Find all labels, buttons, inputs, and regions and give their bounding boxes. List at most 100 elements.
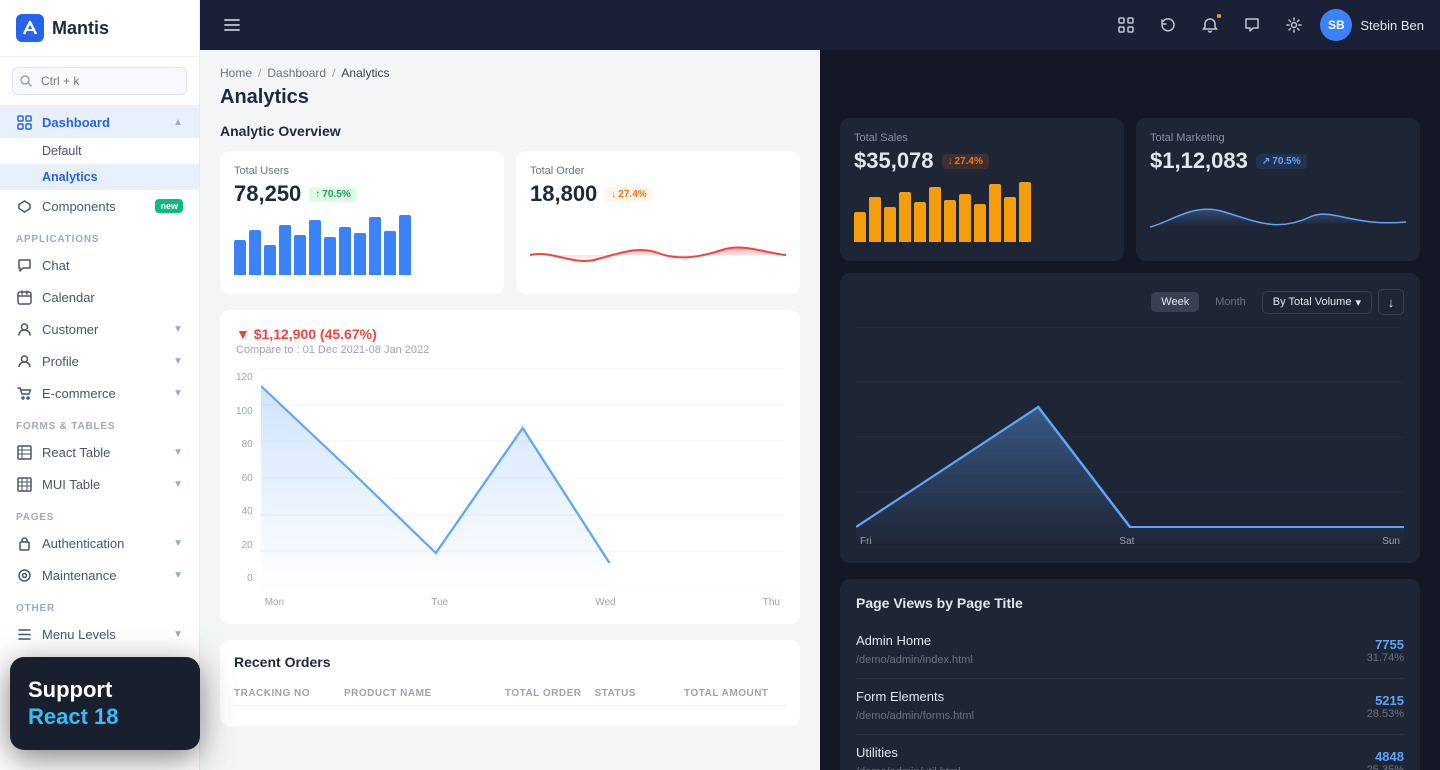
pv-url-1: /demo/admin/index.html	[856, 654, 973, 666]
search-input[interactable]	[12, 67, 187, 95]
page-views-card: Page Views by Page Title Admin Home /dem…	[840, 579, 1420, 770]
apps-button[interactable]	[1110, 9, 1142, 41]
volume-select[interactable]: By Total Volume ▾	[1262, 291, 1372, 314]
income-chart-area: Mon Tue Wed Thu	[261, 368, 784, 608]
income-controls-header: Week Month By Total Volume ▾ ↓	[856, 289, 1404, 315]
pv-count-3: 4848	[1367, 749, 1404, 764]
bar	[399, 215, 411, 275]
bar	[974, 204, 986, 242]
dark-x-labels: Fri Sat Sun	[856, 536, 1404, 547]
week-button[interactable]: Week	[1151, 292, 1199, 312]
sidebar-item-mui-table[interactable]: MUI Table ▼	[0, 468, 199, 500]
chat-label: Chat	[42, 258, 69, 273]
breadcrumb-dashboard[interactable]: Dashboard	[267, 66, 326, 80]
bar	[369, 217, 381, 275]
sidebar: Mantis Dashboard ▲ Default Anal	[0, 0, 200, 770]
y-label: 80	[236, 439, 253, 450]
customer-label: Customer	[42, 322, 98, 337]
income-chart-wrap: 120 100 80 60 40 20 0	[236, 368, 784, 608]
card-users-badge: ↑ 70.5%	[309, 187, 356, 202]
react-table-label: React Table	[42, 445, 110, 460]
month-button[interactable]: Month	[1205, 292, 1256, 312]
user-name: Stebin Ben	[1360, 18, 1424, 33]
sidebar-item-chat[interactable]: Chat	[0, 249, 199, 281]
card-sales-label: Total Sales	[854, 132, 1110, 144]
sidebar-item-components[interactable]: Components new	[0, 190, 199, 222]
user-menu-button[interactable]: SB Stebin Ben	[1320, 9, 1424, 41]
sidebar-sub-analytics[interactable]: Analytics	[0, 164, 199, 190]
recent-orders-section: Recent Orders TRACKING NO PRODUCT NAME T…	[220, 640, 800, 726]
main-area: SB Stebin Ben Home / Dashboard / Analyti…	[200, 0, 1440, 770]
sidebar-item-calendar[interactable]: Calendar	[0, 281, 199, 313]
sidebar-item-react-table[interactable]: React Table ▼	[0, 436, 199, 468]
card-marketing-label: Total Marketing	[1150, 132, 1406, 144]
sidebar-item-ecommerce[interactable]: E-commerce ▼	[0, 377, 199, 409]
sidebar-item-customer[interactable]: Customer ▼	[0, 313, 199, 345]
col-status: STATUS	[594, 688, 676, 699]
analytic-overview-title: Analytic Overview	[220, 123, 800, 139]
income-line-chart	[261, 368, 784, 588]
calendar-icon	[16, 289, 32, 305]
y-axis-labels: 120 100 80 60 40 20 0	[236, 368, 253, 588]
ecommerce-icon	[16, 385, 32, 401]
components-label: Components	[42, 199, 116, 214]
order-area-chart	[530, 215, 786, 275]
card-users-label: Total Users	[234, 165, 490, 177]
maintenance-label: Maintenance	[42, 568, 116, 583]
x-label-wed: Wed	[595, 597, 615, 608]
bar	[324, 237, 336, 275]
users-bar-chart	[234, 215, 490, 275]
sidebar-item-dashboard[interactable]: Dashboard ▲	[0, 106, 199, 138]
up-arrow-icon: ↗	[1262, 156, 1270, 167]
card-sales-value: $35,078	[854, 148, 934, 174]
dark-chart-area: Fri Sat Sun	[856, 327, 1404, 547]
authentication-label: Authentication	[42, 536, 124, 551]
bar	[234, 240, 246, 275]
bar	[264, 245, 276, 275]
y-label: 40	[236, 506, 253, 517]
recent-orders-title: Recent Orders	[234, 654, 786, 670]
support-react-popup[interactable]: Support React 18	[10, 657, 200, 750]
light-panel: Home / Dashboard / Analytics Analytics A…	[200, 50, 820, 770]
refresh-button[interactable]	[1152, 9, 1184, 41]
card-sales-badge: ↓ 27.4%	[942, 154, 989, 169]
download-button[interactable]: ↓	[1378, 289, 1404, 315]
chevron-down-icon: ▾	[1355, 296, 1361, 309]
notifications-button[interactable]	[1194, 9, 1226, 41]
marketing-area-chart	[1150, 182, 1406, 242]
bar	[279, 225, 291, 275]
sidebar-item-maintenance[interactable]: Maintenance ▼	[0, 559, 199, 591]
pv-pct-1: 31.74%	[1367, 652, 1404, 664]
card-order-badge: ↓ 27.4%	[605, 187, 652, 202]
mui-table-label: MUI Table	[42, 477, 100, 492]
sidebar-sub-default[interactable]: Default	[0, 138, 199, 164]
menu-levels-icon	[16, 626, 32, 642]
sidebar-logo[interactable]: Mantis	[0, 0, 199, 57]
sidebar-item-menu-levels[interactable]: Menu Levels ▼	[0, 618, 199, 650]
settings-button[interactable]	[1278, 9, 1310, 41]
dark-panel: Total Sales $35,078 ↓ 27.4%	[820, 50, 1440, 770]
bar	[1004, 197, 1016, 242]
x-label-tue: Tue	[431, 597, 448, 608]
react-table-chevron: ▼	[173, 447, 183, 458]
sidebar-item-authentication[interactable]: Authentication ▼	[0, 527, 199, 559]
bar	[989, 184, 1001, 242]
app-name: Mantis	[52, 18, 109, 39]
income-overview-dark: Week Month By Total Volume ▾ ↓	[840, 273, 1420, 563]
col-tracking: TRACKING NO	[234, 688, 336, 699]
income-compare: Compare to : 01 Dec 2021-08 Jan 2022	[236, 344, 429, 356]
customer-chevron: ▼	[173, 324, 183, 335]
sidebar-item-profile[interactable]: Profile ▼	[0, 345, 199, 377]
content-wrapper: Home / Dashboard / Analytics Analytics A…	[200, 50, 1440, 770]
messages-button[interactable]	[1236, 9, 1268, 41]
breadcrumb: Home / Dashboard / Analytics	[220, 66, 800, 80]
page-views-title: Page Views by Page Title	[856, 595, 1404, 611]
menu-toggle-button[interactable]	[216, 9, 248, 41]
bar	[914, 202, 926, 242]
support-line2: React 18	[28, 704, 182, 730]
breadcrumb-home[interactable]: Home	[220, 66, 252, 80]
card-total-users: Total Users 78,250 ↑ 70.5%	[220, 151, 504, 294]
bar	[309, 220, 321, 275]
pv-count-2: 5215	[1367, 693, 1404, 708]
ecommerce-chevron: ▼	[173, 388, 183, 399]
